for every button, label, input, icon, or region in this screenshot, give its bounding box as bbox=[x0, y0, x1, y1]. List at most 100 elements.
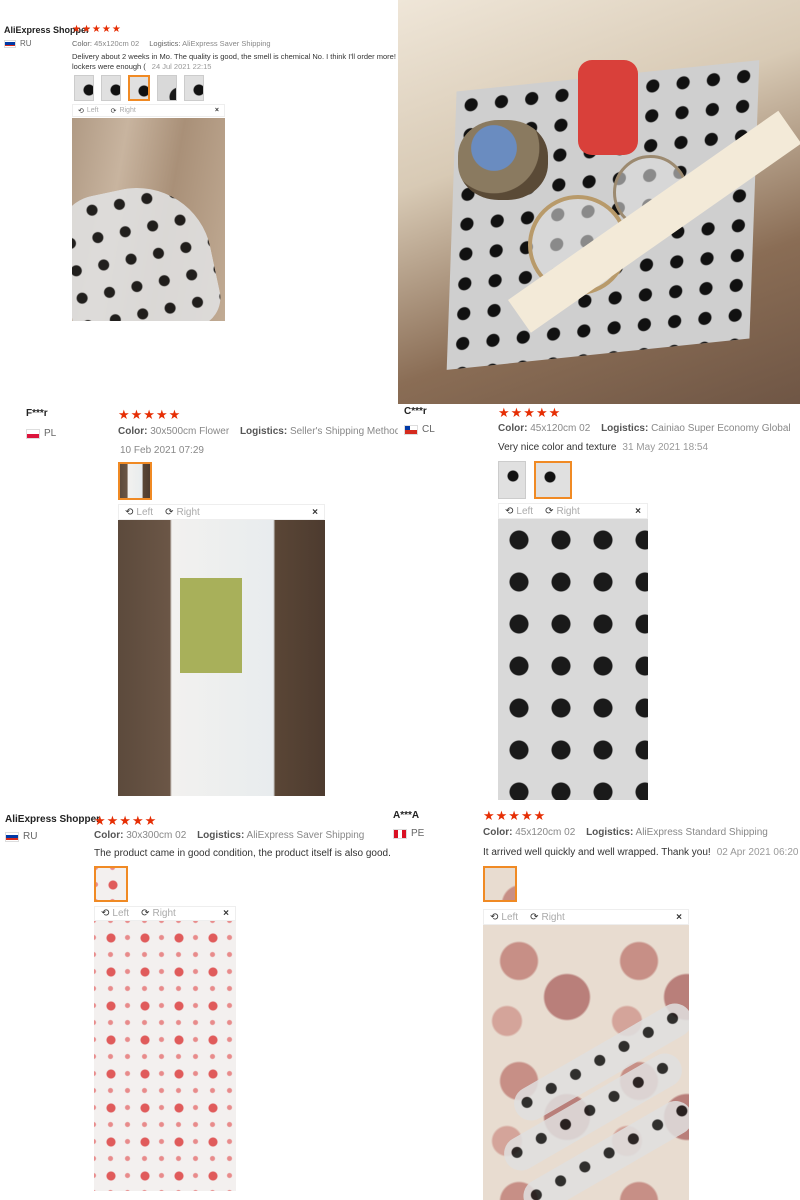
country-code: PL bbox=[44, 428, 57, 439]
flag-ru-icon bbox=[4, 39, 16, 48]
color-label: Color: bbox=[483, 827, 513, 838]
photo-viewer-toolbar: ⟲ Left ⟳ Right × bbox=[118, 504, 325, 520]
review-text: Very nice color and texture bbox=[498, 442, 617, 453]
review-card-4: AliExpress Shopper RU ★★★★★ Color: 30x30… bbox=[0, 800, 390, 1200]
rotate-left-label: Left bbox=[516, 505, 534, 517]
review-text-continued: lockers were enough ( bbox=[72, 62, 146, 71]
review-photo bbox=[498, 519, 648, 800]
photo-thumbnail-selected[interactable] bbox=[483, 866, 517, 902]
country-code: PE bbox=[411, 828, 425, 839]
color-label: Color: bbox=[72, 39, 93, 48]
review-text: The product came in good condition, the … bbox=[94, 848, 390, 859]
photo-thumbnails bbox=[74, 75, 204, 101]
photo-thumbnail[interactable] bbox=[498, 461, 526, 499]
rotate-right-icon: ⟳ bbox=[141, 908, 150, 919]
rotate-left-button[interactable]: ⟲ Left bbox=[505, 506, 533, 517]
rotate-right-icon: ⟳ bbox=[545, 505, 554, 517]
rotate-right-label: Right bbox=[176, 506, 200, 518]
color-value: 45x120cm 02 bbox=[530, 423, 591, 434]
logistics-label: Logistics: bbox=[197, 830, 245, 841]
photo-viewer-toolbar: ⟲ Left ⟳ Right × bbox=[72, 104, 225, 117]
pot bbox=[458, 120, 548, 200]
reviewer-country: RU bbox=[5, 831, 37, 842]
color-label: Color: bbox=[498, 423, 528, 434]
review-date: 31 May 2021 18:54 bbox=[622, 442, 709, 453]
review-photo bbox=[118, 520, 325, 796]
photo-thumbnail[interactable] bbox=[101, 75, 121, 101]
rotate-left-icon: ⟲ bbox=[125, 506, 134, 518]
flag-ru-icon bbox=[5, 831, 19, 842]
color-value: 45x120cm 02 bbox=[515, 827, 576, 838]
review-text: It arrived well quickly and well wrapped… bbox=[483, 847, 711, 858]
logistics-label: Logistics: bbox=[601, 423, 649, 434]
close-icon[interactable]: × bbox=[215, 107, 219, 114]
reviewer-country: CL bbox=[404, 424, 435, 435]
review-date: 02 Apr 2021 06:20 bbox=[716, 847, 799, 858]
logistics-value: AliExpress Saver Shipping bbox=[246, 830, 365, 841]
review-photo bbox=[483, 925, 689, 1200]
photo-thumbnail[interactable] bbox=[184, 75, 204, 101]
review-text-line-2: lockers were enough (24 Jul 2021 22:15 bbox=[72, 62, 211, 71]
close-icon[interactable]: × bbox=[223, 908, 229, 919]
logistics-label: Logistics: bbox=[586, 827, 634, 838]
rotate-left-button[interactable]: ⟲ Left bbox=[78, 107, 99, 115]
rotate-left-button[interactable]: ⟲ Left bbox=[490, 912, 518, 923]
close-icon[interactable]: × bbox=[676, 912, 682, 923]
logistics-label: Logistics: bbox=[149, 39, 181, 48]
rotate-right-icon: ⟳ bbox=[110, 107, 117, 115]
photo-thumbnail-selected[interactable] bbox=[128, 75, 150, 101]
reviewer-country: PE bbox=[393, 828, 424, 839]
rotate-right-button[interactable]: ⟳ Right bbox=[545, 506, 580, 517]
rating-stars: ★★★★★ bbox=[483, 808, 547, 823]
rotate-left-button[interactable]: ⟲ Left bbox=[101, 908, 129, 919]
logistics-value: Seller's Shipping Method bbox=[289, 426, 398, 437]
photo-viewer-toolbar: ⟲ Left ⟳ Right × bbox=[94, 906, 236, 921]
photo-thumbnail-selected[interactable] bbox=[118, 462, 152, 500]
rotate-right-button[interactable]: ⟳ Right bbox=[165, 507, 200, 518]
logistics-value: AliExpress Saver Shipping bbox=[182, 39, 271, 48]
rotate-right-label: Right bbox=[541, 911, 565, 923]
flag-pe-icon bbox=[393, 828, 407, 839]
logistics-value: AliExpress Standard Shipping bbox=[635, 827, 768, 838]
rotate-right-button[interactable]: ⟳ Right bbox=[141, 908, 176, 919]
reviewer-country: RU bbox=[4, 39, 32, 48]
rotate-left-label: Left bbox=[136, 506, 154, 518]
rotate-left-icon: ⟲ bbox=[78, 107, 84, 115]
rotate-right-icon: ⟳ bbox=[530, 911, 539, 923]
review-date: 10 Feb 2021 07:29 bbox=[120, 445, 204, 456]
review-meta: Color: 45x120cm 02 Logistics: Cainiao Su… bbox=[498, 423, 791, 434]
close-icon[interactable]: × bbox=[312, 507, 318, 518]
color-label: Color: bbox=[118, 426, 148, 437]
review-meta: Color: 45x120cm 02 Logistics: AliExpress… bbox=[72, 39, 271, 48]
kitchen-drawer-photo bbox=[398, 0, 800, 404]
photo-thumbnail[interactable] bbox=[157, 75, 177, 101]
color-label: Color: bbox=[94, 830, 124, 841]
review-photo bbox=[94, 921, 236, 1191]
rotate-right-label: Right bbox=[556, 505, 580, 517]
rotate-left-button[interactable]: ⟲ Left bbox=[125, 507, 153, 518]
review-card-5: A***A PE ★★★★★ Color: 45x120cm 02 Logist… bbox=[390, 800, 800, 1200]
color-value: 30x500cm Flower bbox=[150, 426, 230, 437]
red-pitcher bbox=[578, 60, 638, 155]
photo-thumbnail-selected[interactable] bbox=[94, 866, 128, 902]
color-value: 30x300cm 02 bbox=[126, 830, 187, 841]
reviewer-name: AliExpress Shopper bbox=[5, 814, 101, 825]
close-icon[interactable]: × bbox=[635, 506, 641, 517]
flag-cl-icon bbox=[404, 424, 418, 435]
review-card-2: F***r PL ★★★★★ Color: 30x500cm Flower Lo… bbox=[0, 404, 398, 800]
color-value: 45x120cm 02 bbox=[94, 39, 140, 48]
review-text-line: It arrived well quickly and well wrapped… bbox=[483, 847, 798, 858]
rotate-right-button[interactable]: ⟳ Right bbox=[111, 107, 136, 115]
mat-roll-image bbox=[72, 174, 225, 321]
rotate-left-icon: ⟲ bbox=[490, 911, 499, 923]
review-meta: Color: 30x300cm 02 Logistics: AliExpress… bbox=[94, 830, 364, 841]
rotate-right-icon: ⟳ bbox=[165, 506, 174, 518]
photo-thumbnail[interactable] bbox=[74, 75, 94, 101]
review-card-3: C***r CL ★★★★★ Color: 45x120cm 02 Logist… bbox=[398, 404, 800, 800]
photo-thumbnail-selected[interactable] bbox=[534, 461, 572, 499]
rotate-right-button[interactable]: ⟳ Right bbox=[530, 912, 565, 923]
review-meta: Color: 45x120cm 02 Logistics: AliExpress… bbox=[483, 827, 768, 838]
rotate-left-label: Left bbox=[86, 107, 99, 114]
rotate-left-icon: ⟲ bbox=[101, 908, 110, 919]
product-label bbox=[180, 578, 242, 673]
